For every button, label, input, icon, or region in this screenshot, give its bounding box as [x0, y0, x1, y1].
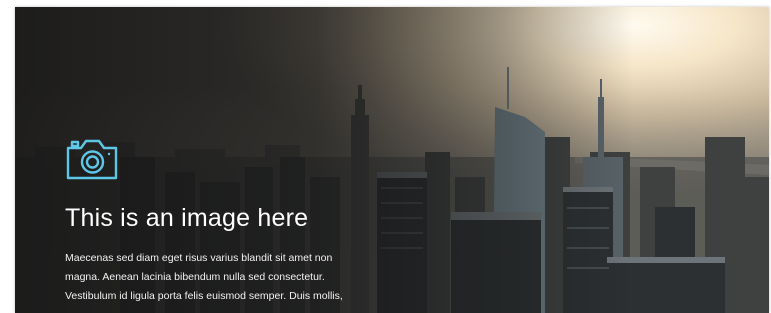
hero-description-line: Maecenas sed diam eget risus varius blan…: [65, 252, 333, 264]
hero-description-line: Vestibulum id ligula porta felis euismod…: [65, 290, 343, 302]
camera-icon: [65, 137, 119, 181]
hero-description: Maecenas sed diam eget risus varius blan…: [65, 249, 405, 306]
hero-title: This is an image here: [65, 204, 309, 232]
hero-description-line: magna. Aenean lacinia bibendum nulla sed…: [65, 271, 325, 283]
hero-card: This is an image here Maecenas sed diam …: [15, 7, 769, 313]
hero-content: This is an image here Maecenas sed diam …: [65, 137, 405, 306]
